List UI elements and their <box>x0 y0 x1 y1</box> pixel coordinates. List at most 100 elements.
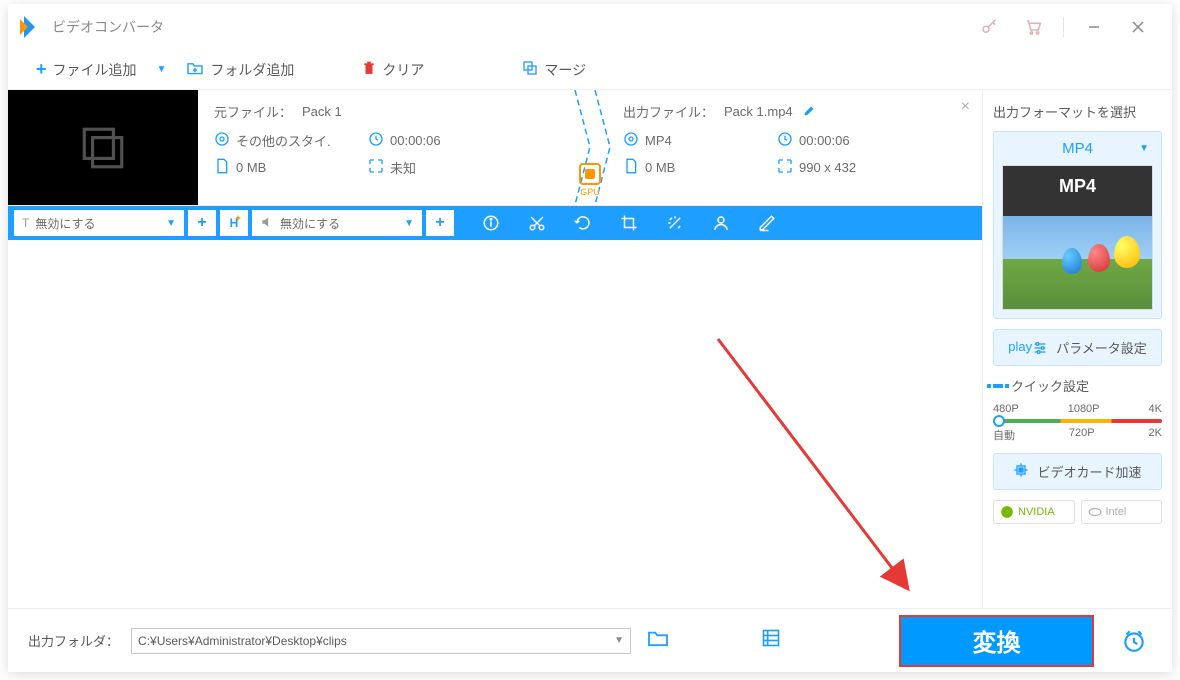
file-info: 元ファイル： Pack 1 その他のスタイ. 00:00:06 0 MB 未知 <box>198 90 982 205</box>
add-folder-button[interactable]: フォルダ追加 <box>178 56 302 84</box>
output-path-select[interactable]: C:¥Users¥Administrator¥Desktop¥clips ▼ <box>131 628 631 654</box>
effects-icon[interactable] <box>652 206 698 240</box>
format-icon <box>623 131 639 150</box>
task-list-icon[interactable] <box>757 624 785 657</box>
merge-button[interactable]: マージ <box>514 56 594 84</box>
add-file-dropdown[interactable]: ▼ <box>157 64 167 75</box>
output-folder-label: 出力フォルダ： <box>28 631 119 650</box>
output-name: Pack 1.mp4 <box>724 104 793 119</box>
file-icon <box>214 158 230 177</box>
close-button[interactable] <box>1116 4 1160 50</box>
key-icon[interactable] <box>967 4 1011 50</box>
source-info: 元ファイル： Pack 1 その他のスタイ. 00:00:06 0 MB 未知 <box>198 90 573 205</box>
titlebar: ビデオコンバータ <box>8 4 1172 50</box>
chevron-down-icon: ▼ <box>614 635 624 646</box>
nvidia-button[interactable]: NVIDIA <box>993 500 1075 524</box>
clear-button[interactable]: クリア <box>354 56 432 84</box>
source-name: Pack 1 <box>302 104 342 119</box>
edit-name-icon[interactable] <box>803 103 817 120</box>
hd-button[interactable]: H <box>220 210 248 236</box>
gpu-accel-label: ビデオカード加速 <box>1037 462 1141 481</box>
chevron-down-icon: ▼ <box>1139 143 1149 154</box>
clear-label: クリア <box>382 60 424 80</box>
format-icon <box>214 131 230 150</box>
audio-track-label: 無効にする <box>280 215 340 232</box>
source-format: その他のスタイ. <box>236 131 331 150</box>
text-track-select[interactable]: T 無効にする ▼ <box>14 210 184 236</box>
add-audio-track-button[interactable]: + <box>426 210 454 236</box>
schedule-icon[interactable] <box>1116 623 1152 659</box>
quick-settings: クイック設定 480P 1080P 4K 自動 720P 2K <box>993 376 1162 443</box>
remove-file-icon[interactable]: × <box>961 98 970 116</box>
trash-icon <box>362 60 376 79</box>
open-folder-icon[interactable] <box>643 625 673 656</box>
app-title: ビデオコンバータ <box>52 17 164 37</box>
chevron-down-icon: ▼ <box>404 218 414 229</box>
source-resolution: 未知 <box>390 158 416 177</box>
text-track-label: 無効にする <box>35 215 95 232</box>
app-window: ビデオコンバータ + ファイル追加 ▼ フォルダ追加 <box>8 4 1172 672</box>
resolution-icon <box>777 158 793 177</box>
output-duration: 00:00:06 <box>799 133 850 148</box>
audio-track-select[interactable]: 無効にする ▼ <box>252 210 422 236</box>
chevron-down-icon: ▼ <box>166 218 176 229</box>
add-file-label: ファイル追加 <box>53 60 137 80</box>
clock-icon <box>368 131 384 150</box>
output-size: 0 MB <box>645 160 675 175</box>
bottom-bar: 出力フォルダ： C:¥Users¥Administrator¥Desktop¥c… <box>8 608 1172 672</box>
info-icon[interactable] <box>468 206 514 240</box>
add-folder-label: フォルダ追加 <box>210 60 294 80</box>
speaker-icon <box>260 215 274 232</box>
format-name: MP4 <box>1062 140 1093 157</box>
chip-icon <box>1013 462 1029 481</box>
source-label: 元ファイル： <box>214 102 292 121</box>
main-toolbar: + ファイル追加 ▼ フォルダ追加 クリア マージ <box>8 50 1172 90</box>
resolution-icon <box>368 158 384 177</box>
nvidia-label: NVIDIA <box>1018 506 1055 518</box>
cart-icon[interactable] <box>1011 4 1055 50</box>
intel-label: Intel <box>1106 506 1127 518</box>
crop-icon[interactable] <box>606 206 652 240</box>
subtitle-icon[interactable] <box>744 206 790 240</box>
watermark-icon[interactable] <box>698 206 744 240</box>
output-info: 出力ファイル： Pack 1.mp4 MP4 00:00:06 0 MB <box>573 90 982 205</box>
quality-slider[interactable] <box>993 419 1162 423</box>
sliders-icon: play <box>1008 339 1048 356</box>
video-thumbnail[interactable] <box>8 90 198 205</box>
minimize-button[interactable] <box>1072 4 1116 50</box>
file-list: 元ファイル： Pack 1 その他のスタイ. 00:00:06 0 MB 未知 <box>8 90 982 608</box>
slider-labels-top: 480P 1080P 4K <box>993 403 1162 415</box>
output-format-title: 出力フォーマットを選択 <box>993 102 1162 121</box>
source-size: 0 MB <box>236 160 266 175</box>
convert-button[interactable]: 変換 <box>899 615 1094 667</box>
cut-icon[interactable] <box>514 206 560 240</box>
output-format: MP4 <box>645 133 672 148</box>
clock-icon <box>777 131 793 150</box>
rotate-icon[interactable] <box>560 206 606 240</box>
main-area: 元ファイル： Pack 1 その他のスタイ. 00:00:06 0 MB 未知 <box>8 90 1172 608</box>
mp4-badge: MP4 <box>1047 172 1108 201</box>
parameter-settings-button[interactable]: play パラメータ設定 <box>993 329 1162 366</box>
convert-label: 変換 <box>973 623 1021 658</box>
gpu-acceleration-button[interactable]: ビデオカード加速 <box>993 453 1162 490</box>
output-format-select[interactable]: MP4 ▼ MP4 <box>993 131 1162 319</box>
param-settings-label: パラメータ設定 <box>1056 338 1147 357</box>
quick-icon <box>993 384 1003 388</box>
add-text-track-button[interactable]: + <box>188 210 216 236</box>
quick-title-label: クイック設定 <box>1011 376 1089 395</box>
add-file-button[interactable]: + ファイル追加 <box>28 55 145 84</box>
format-preview-image: MP4 <box>1002 165 1153 310</box>
plus-icon: + <box>36 59 47 80</box>
text-icon: T <box>22 216 29 230</box>
file-icon <box>623 158 639 177</box>
output-label: 出力ファイル： <box>623 102 714 121</box>
right-panel: 出力フォーマットを選択 MP4 ▼ MP4 play パラメータ設定 クイック設… <box>982 90 1172 608</box>
output-path-text: C:¥Users¥Administrator¥Desktop¥clips <box>138 634 347 648</box>
source-duration: 00:00:06 <box>390 133 441 148</box>
output-resolution: 990 x 432 <box>799 160 856 175</box>
slider-handle[interactable] <box>993 415 1005 427</box>
slider-labels-bottom: 自動 720P 2K <box>993 427 1162 443</box>
intel-button[interactable]: Intel <box>1081 500 1163 524</box>
app-logo-icon <box>20 16 42 38</box>
merge-label: マージ <box>544 60 586 80</box>
